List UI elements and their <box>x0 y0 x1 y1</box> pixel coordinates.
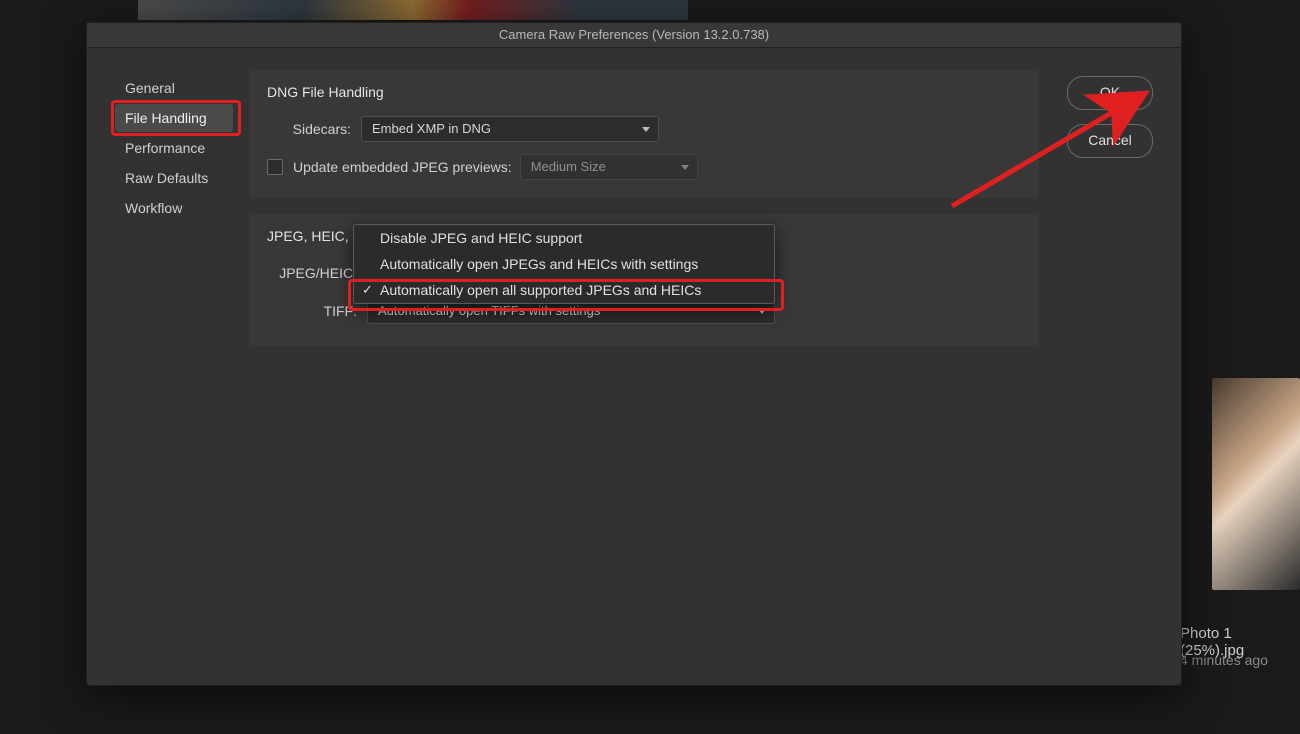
panel-dng-title: DNG File Handling <box>267 84 1021 100</box>
content-area: DNG File Handling Sidecars: Embed XMP in… <box>249 70 1039 362</box>
ok-button[interactable]: OK <box>1067 76 1153 110</box>
update-previews-checkbox[interactable] <box>267 159 283 175</box>
sidebar: General File Handling Performance Raw De… <box>115 74 233 224</box>
dialog-title: Camera Raw Preferences (Version 13.2.0.7… <box>87 23 1181 48</box>
tiff-label: TIFF: <box>267 303 357 319</box>
sidebar-item-file-handling[interactable]: File Handling <box>115 104 233 132</box>
sidebar-item-general[interactable]: General <box>115 74 233 102</box>
dropdown-option-all-supported[interactable]: Automatically open all supported JPEGs a… <box>354 277 774 303</box>
update-previews-select[interactable]: Medium Size <box>520 154 698 180</box>
jpeg-heic-label: JPEG/HEIC: <box>267 265 357 281</box>
sidebar-item-performance[interactable]: Performance <box>115 134 233 162</box>
sidebar-item-raw-defaults[interactable]: Raw Defaults <box>115 164 233 192</box>
sidecars-label: Sidecars: <box>267 121 351 137</box>
sidebar-item-workflow[interactable]: Workflow <box>115 194 233 222</box>
sidecars-select[interactable]: Embed XMP in DNG <box>361 116 659 142</box>
preferences-dialog: Camera Raw Preferences (Version 13.2.0.7… <box>86 22 1182 686</box>
jpeg-heic-dropdown[interactable]: Disable JPEG and HEIC support Automatica… <box>353 224 775 304</box>
bg-photo-strip <box>138 0 688 20</box>
dropdown-option-disable[interactable]: Disable JPEG and HEIC support <box>354 225 774 251</box>
bg-photo-thumb <box>1212 378 1300 590</box>
update-previews-label: Update embedded JPEG previews: <box>293 159 512 175</box>
panel-dng: DNG File Handling Sidecars: Embed XMP in… <box>249 70 1039 198</box>
dialog-buttons: OK Cancel <box>1067 76 1151 172</box>
dropdown-option-with-settings[interactable]: Automatically open JPEGs and HEICs with … <box>354 251 774 277</box>
dialog-body: General File Handling Performance Raw De… <box>87 48 1181 685</box>
bg-file-time: 4 minutes ago <box>1180 652 1300 668</box>
cancel-button[interactable]: Cancel <box>1067 124 1153 158</box>
